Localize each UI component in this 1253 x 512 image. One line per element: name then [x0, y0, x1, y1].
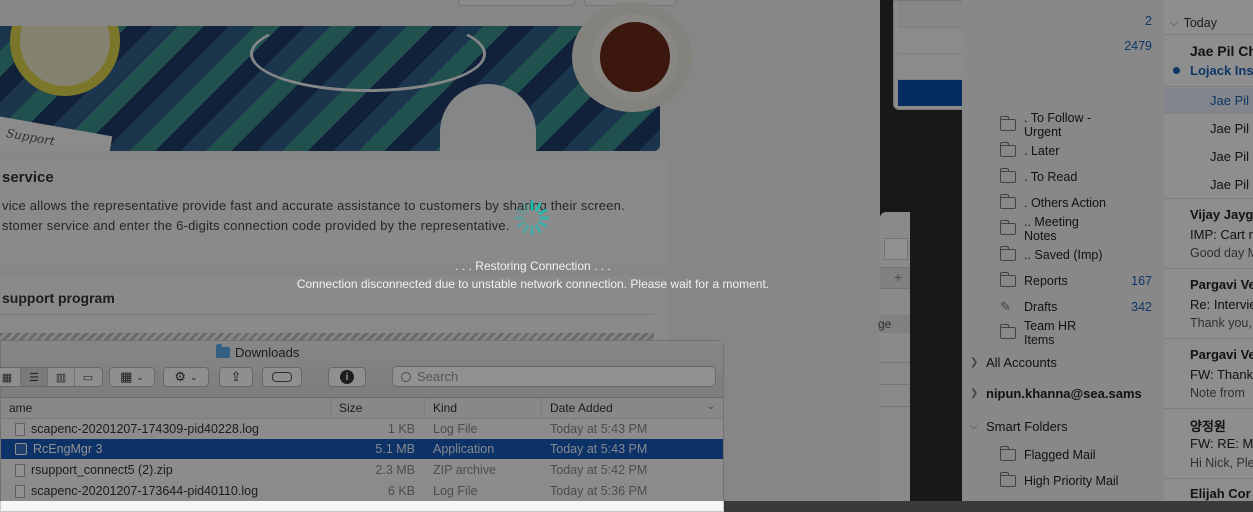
connection-overlay: . . . Restoring Connection . . . Connect… [0, 0, 1253, 501]
overlay-title: . . . Restoring Connection . . . [455, 259, 611, 273]
loading-spinner-icon [514, 200, 550, 236]
overlay-message: Connection disconnected due to unstable … [296, 277, 770, 291]
